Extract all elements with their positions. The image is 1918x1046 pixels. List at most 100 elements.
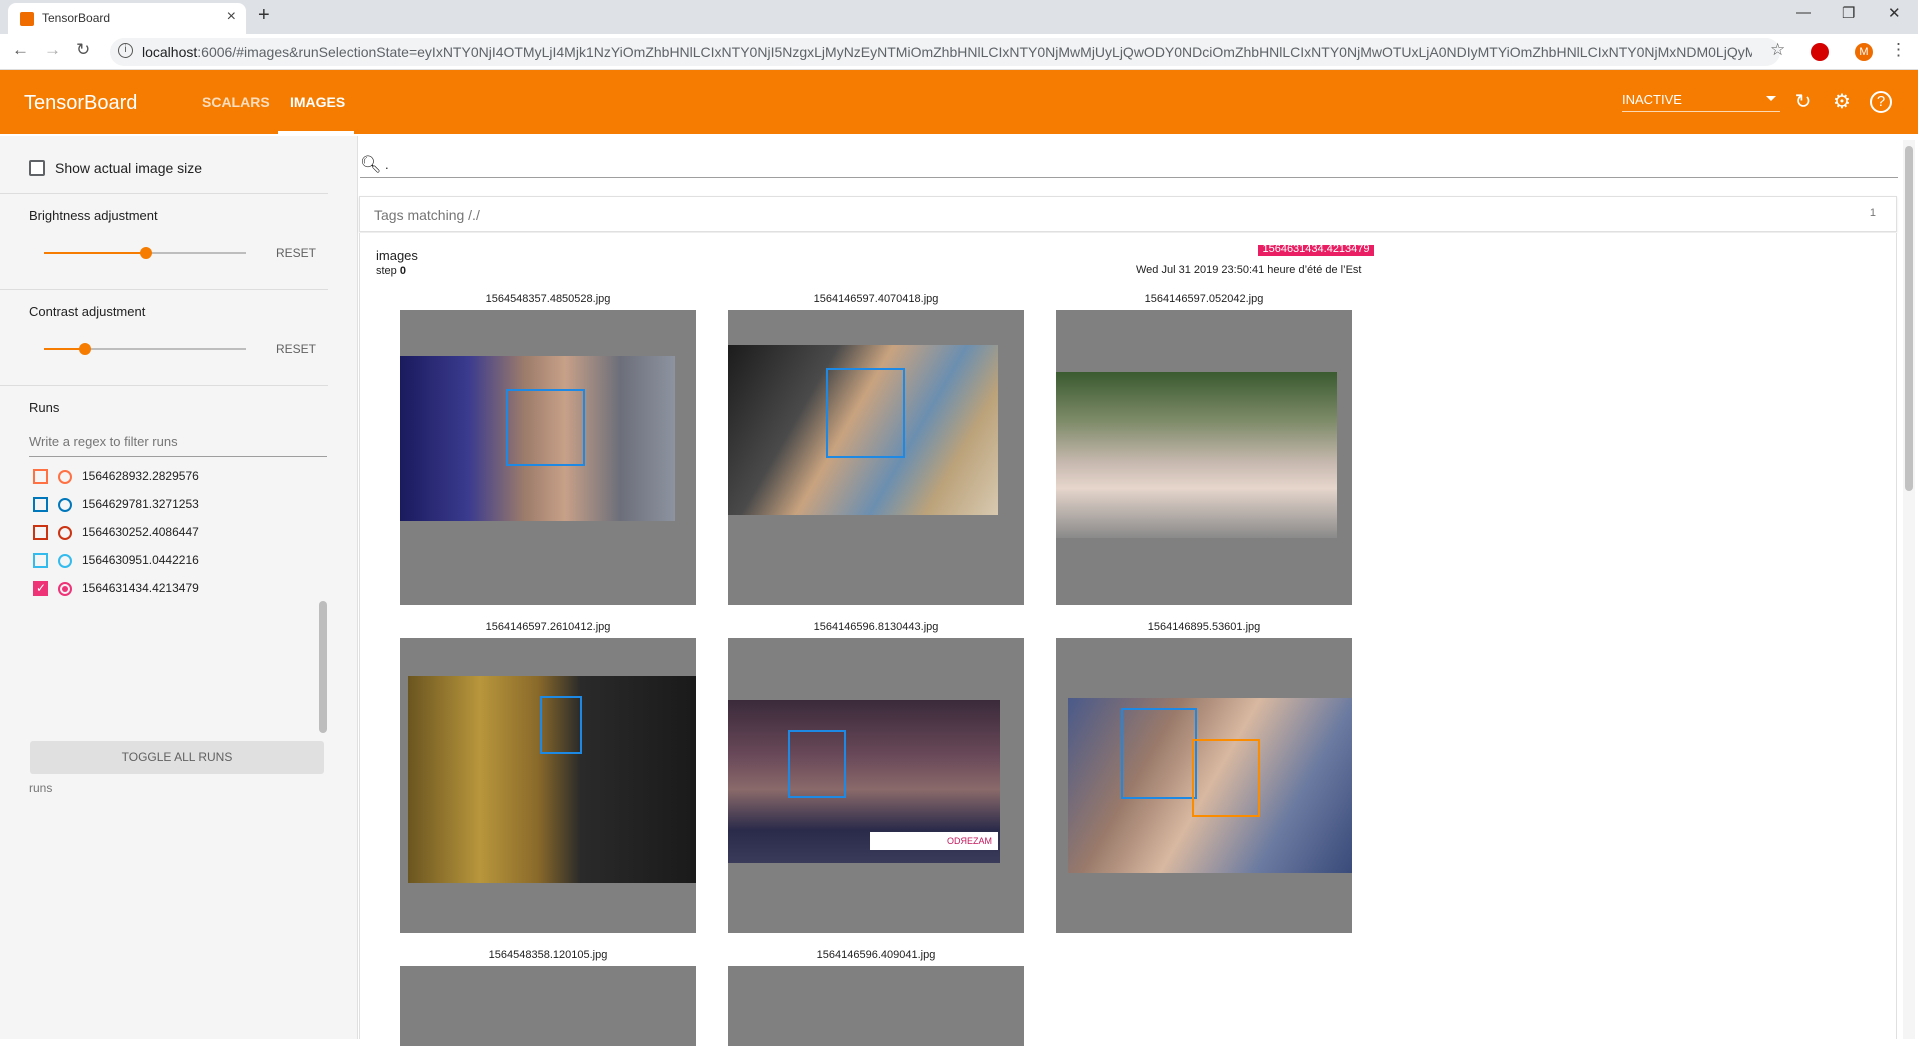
run-radio[interactable]: [58, 498, 72, 512]
image-caption: 1564146597.2610412.jpg: [485, 621, 611, 633]
brand-title: TensorBoard: [24, 92, 138, 114]
close-tab-icon[interactable]: ×: [227, 8, 236, 26]
run-badge: 1564631434.4213479: [1258, 245, 1374, 256]
refresh-icon[interactable]: ↻: [1791, 90, 1815, 114]
opera-extension-icon[interactable]: [1811, 43, 1829, 61]
run-radio[interactable]: [58, 582, 72, 596]
image-frame: ODЯEZAM: [728, 638, 1024, 933]
tv-overlay-text: ODЯEZAM: [870, 832, 998, 850]
bounding-box: [506, 389, 585, 466]
tag-search-underline: [360, 177, 1898, 178]
toggle-all-runs-button[interactable]: TOGGLE ALL RUNS: [30, 741, 324, 774]
browser-tab-title: TensorBoard: [42, 11, 111, 25]
forward-icon[interactable]: →: [44, 40, 61, 60]
run-checkbox[interactable]: [33, 497, 48, 512]
brightness-reset-button[interactable]: RESET: [276, 246, 316, 260]
back-icon[interactable]: ←: [12, 40, 29, 60]
tab-images[interactable]: IMAGES: [290, 94, 345, 110]
runs-footer-label: runs: [29, 781, 53, 795]
run-list-scrollbar[interactable]: [319, 601, 327, 733]
tensorboard-favicon-icon: [20, 12, 34, 26]
browser-tab[interactable]: TensorBoard ×: [8, 3, 246, 34]
tag-search-input[interactable]: .: [385, 157, 389, 172]
image-caption: 1564146895.53601.jpg: [1147, 621, 1261, 633]
run-checkbox[interactable]: ✓: [33, 581, 48, 596]
image-frame: [728, 966, 1024, 1046]
new-tab-button[interactable]: +: [258, 4, 270, 27]
tags-count: 1: [1869, 207, 1876, 219]
run-radio[interactable]: [58, 554, 72, 568]
bounding-box: [1192, 739, 1260, 817]
reload-icon[interactable]: ↻: [76, 40, 90, 60]
run-label: 1564629781.3271253: [82, 497, 199, 511]
timestamp: Wed Jul 31 2019 23:50:41 heure d’été de …: [1136, 264, 1362, 276]
image-frame: [400, 310, 696, 605]
image-frame: [400, 638, 696, 933]
bounding-box: [540, 696, 582, 754]
show-actual-size-label: Show actual image size: [55, 160, 203, 176]
image-frame: [1056, 310, 1352, 605]
help-icon[interactable]: ?: [1870, 91, 1892, 113]
step-line: step 0: [376, 265, 406, 277]
image-caption: 1564146597.4070418.jpg: [813, 293, 939, 305]
run-checkbox[interactable]: [33, 469, 48, 484]
bounding-box: [826, 368, 905, 458]
brightness-label: Brightness adjustment: [29, 208, 158, 223]
url-text: localhost:6006/#images&runSelectionState…: [142, 44, 1752, 60]
runs-title: Runs: [29, 400, 60, 415]
run-label: 1564631434.4213479: [82, 581, 199, 595]
bounding-box: [788, 730, 846, 798]
photo: [1056, 372, 1337, 538]
divider: [0, 193, 328, 194]
image-card: images step 0 1564631434.4213479 Wed Jul…: [359, 233, 1897, 1046]
contrast-slider-knob[interactable]: [79, 343, 91, 355]
run-filter-underline: [29, 456, 327, 457]
active-tab-indicator: [278, 131, 354, 134]
main-scrollbar-thumb[interactable]: [1905, 146, 1913, 491]
run-label: 1564630951.0442216: [82, 553, 199, 567]
image-caption: 1564146596.409041.jpg: [816, 949, 936, 961]
image-caption: 1564548358.120105.jpg: [488, 949, 608, 961]
chevron-down-icon: [1766, 96, 1776, 101]
search-icon: 🔍︎: [360, 155, 382, 174]
run-radio[interactable]: [58, 470, 72, 484]
minimize-icon[interactable]: —: [1796, 4, 1811, 21]
contrast-reset-button[interactable]: RESET: [276, 342, 316, 356]
run-checkbox[interactable]: [33, 553, 48, 568]
close-window-icon[interactable]: ✕: [1888, 4, 1901, 22]
gear-icon[interactable]: ⚙: [1830, 90, 1854, 114]
url-field[interactable]: i localhost:6006/#images&runSelectionSta…: [110, 38, 1780, 66]
browser-tabstrip: TensorBoard × + — ❐ ✕: [0, 0, 1918, 34]
image-frame: [400, 966, 696, 1046]
divider: [0, 289, 328, 290]
tags-matching-header[interactable]: Tags matching /./ 1: [359, 196, 1897, 232]
run-filter-input[interactable]: Write a regex to filter runs: [29, 434, 178, 449]
address-bar-row: ← → ↻ i localhost:6006/#images&runSelect…: [0, 34, 1918, 70]
menu-kebab-icon[interactable]: ⋮: [1890, 40, 1907, 60]
restore-icon[interactable]: ❐: [1842, 4, 1855, 22]
tab-scalars[interactable]: SCALARS: [202, 94, 270, 110]
run-label: 1564630252.4086447: [82, 525, 199, 539]
site-info-icon[interactable]: i: [118, 43, 133, 58]
bookmark-star-icon[interactable]: ☆: [1770, 40, 1785, 60]
show-actual-size-checkbox[interactable]: [29, 160, 45, 176]
divider: [0, 385, 328, 386]
card-title: images: [376, 248, 418, 263]
run-checkbox[interactable]: [33, 525, 48, 540]
profile-avatar[interactable]: M: [1855, 43, 1873, 61]
run-label: 1564628932.2829576: [82, 469, 199, 483]
image-caption: 1564146597.052042.jpg: [1144, 293, 1264, 305]
image-frame: [728, 310, 1024, 605]
image-frame: [1056, 638, 1352, 933]
tensorboard-header: TensorBoard SCALARS IMAGES INACTIVE ↻ ⚙ …: [0, 70, 1918, 134]
plugin-select-value: INACTIVE: [1622, 92, 1682, 107]
sidebar: Show actual image size Brightness adjust…: [0, 136, 358, 1039]
main-scrollbar[interactable]: [1903, 140, 1915, 1039]
image-caption: 1564548357.4850528.jpg: [485, 293, 611, 305]
contrast-label: Contrast adjustment: [29, 304, 146, 319]
plugin-select-dropdown[interactable]: INACTIVE: [1622, 92, 1780, 112]
tags-matching-label: Tags matching /./: [374, 207, 480, 223]
run-radio[interactable]: [58, 526, 72, 540]
brightness-slider-knob[interactable]: [140, 247, 152, 259]
bounding-box: [1121, 708, 1197, 799]
